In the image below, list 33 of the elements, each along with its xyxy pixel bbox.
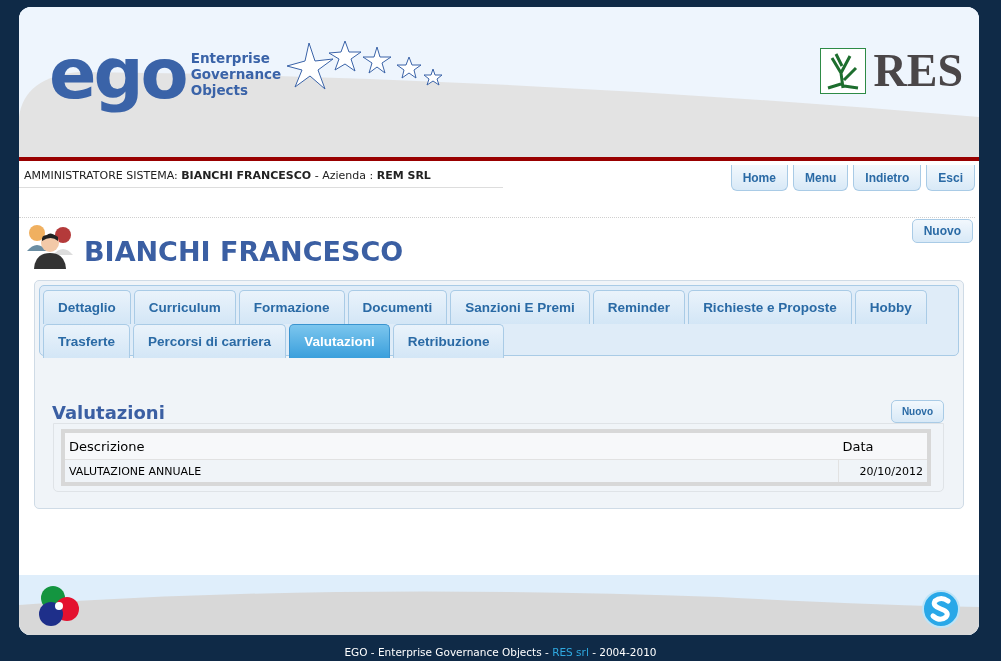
tab[interactable]: Curriculum: [133, 290, 236, 324]
person-name-title: BIANCHI FRANCESCO: [84, 236, 404, 267]
column-header: Data: [838, 431, 929, 460]
logo-tagline: Objects: [190, 82, 250, 98]
copyright-text: EGO - Enterprise Governance Objects - RES srl - 2004-2010: [344, 646, 657, 658]
round-logo-icon: [921, 589, 961, 629]
new-button[interactable]: Nuovo: [911, 219, 973, 243]
color-circles-icon: [38, 585, 82, 629]
user-info-text: AMMINISTRATORE SISTEMA: BIANCHI FRANCESCO - Azienda : REM SRL: [19, 161, 503, 188]
nav-button[interactable]: Menu: [792, 165, 849, 191]
partner-logo-text: RES: [873, 46, 963, 96]
tab[interactable]: Percorsi di carriera: [133, 324, 287, 358]
nav-button[interactable]: Home: [730, 165, 788, 191]
tab[interactable]: Richieste e Proposte: [688, 290, 852, 324]
tab[interactable]: Reminder: [592, 290, 686, 324]
tab[interactable]: Trasferte: [43, 324, 131, 358]
section-title: Valutazioni: [52, 402, 165, 423]
column-header: Descrizione: [63, 431, 839, 460]
tab[interactable]: Retribuzione: [392, 324, 505, 358]
company-link[interactable]: RES srl: [552, 646, 589, 658]
logo-tagline: Governance: [190, 66, 282, 82]
tab[interactable]: Sanzioni E Premi: [450, 290, 590, 324]
new-button[interactable]: Nuovo: [890, 400, 944, 423]
tab[interactable]: Formazione: [238, 290, 345, 324]
nav-button[interactable]: Esci: [926, 165, 975, 191]
tab[interactable]: Documenti: [347, 290, 448, 324]
tab[interactable]: Dettaglio: [43, 290, 131, 324]
table-cell: VALUTAZIONE ANNUALE: [63, 459, 839, 484]
table-cell: 20/10/2012: [838, 459, 929, 484]
nav-button[interactable]: Indietro: [853, 165, 922, 191]
tree-logo-icon: [819, 48, 866, 94]
logo-tagline: Enterprise: [190, 50, 271, 66]
tab[interactable]: Hobby: [854, 290, 927, 324]
